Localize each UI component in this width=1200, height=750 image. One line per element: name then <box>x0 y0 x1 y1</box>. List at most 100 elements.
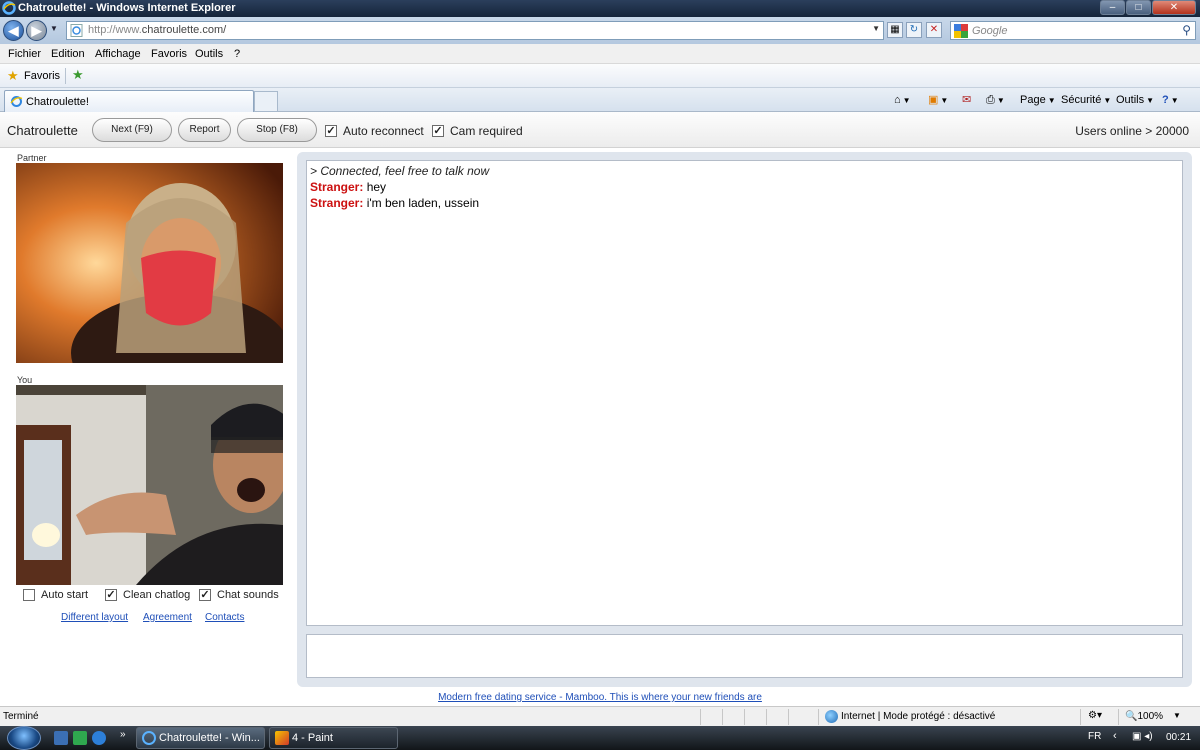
security-zone-text: Internet | Mode protégé : désactivé <box>841 711 996 722</box>
you-label: You <box>17 375 33 385</box>
status-divider <box>1118 709 1119 725</box>
auto-start-option[interactable]: Auto start <box>23 589 88 601</box>
zoom-level[interactable]: 🔍100% <box>1125 711 1163 722</box>
chat-message-input[interactable] <box>306 634 1183 678</box>
auto-start-label: Auto start <box>41 589 89 601</box>
message-sender: Stranger: <box>310 196 364 210</box>
clean-chatlog-checkbox[interactable]: ✓ <box>105 589 117 601</box>
agreement-link[interactable]: Agreement <box>143 612 192 623</box>
address-input[interactable]: http://www.chatroulette.com/ ▼ <box>66 21 884 40</box>
tools-menu-label: Outils <box>1116 94 1145 106</box>
security-menu[interactable]: Sécurité ▼ <box>1061 91 1111 110</box>
message-text: hey <box>366 180 387 194</box>
system-message: > Connected, feel free to talk now <box>310 164 490 178</box>
help-icon[interactable]: ? ▼ <box>1162 91 1179 110</box>
network-volume-icon[interactable]: ▣ ◂) <box>1132 731 1153 742</box>
favorites-star-icon[interactable]: ★ <box>7 68 19 84</box>
print-icon[interactable]: ⎙ ▼ <box>986 91 1005 110</box>
recent-pages-dropdown-icon[interactable]: ▼ <box>50 24 58 33</box>
cam-required-label: Cam required <box>450 124 523 138</box>
window-title: Chatroulette! - Windows Internet Explore… <box>18 2 236 14</box>
forward-button[interactable]: ▶ <box>26 20 47 41</box>
favorites-button[interactable]: Favoris <box>24 70 60 82</box>
show-desktop-icon[interactable] <box>54 731 68 745</box>
security-menu-label: Sécurité <box>1061 94 1102 106</box>
window-title-bar: Chatroulette! - Windows Internet Explore… <box>0 0 1200 17</box>
auto-start-checkbox[interactable] <box>23 589 35 601</box>
zoom-dropdown-icon[interactable]: ▼ <box>1173 711 1181 720</box>
url-domain: chatroulette.com/ <box>141 24 227 36</box>
page-content: Chatroulette Next (F9) Report Stop (F8) … <box>0 112 1200 706</box>
mail-icon[interactable]: ✉ <box>962 91 971 109</box>
tab-bar: Chatroulette! ⌂ ▼ ▣ ▼ ✉ ⎙ ▼ Page ▼ Sécurité ▼… <box>0 88 1200 112</box>
tab-label: Chatroulette! <box>26 96 89 108</box>
app-toolbar: Chatroulette Next (F9) Report Stop (F8) … <box>0 112 1200 148</box>
internet-explorer-icon <box>2 1 16 15</box>
self-webcam-image <box>16 385 283 585</box>
menu-affichage[interactable]: Affichage <box>95 48 141 60</box>
menu-outils[interactable]: Outils <box>195 48 223 60</box>
search-input[interactable]: Google ⚲ <box>950 21 1196 40</box>
minimize-button[interactable]: – <box>1100 0 1125 15</box>
chat-message: Stranger: i'm ben laden, ussein <box>310 195 1179 211</box>
compatibility-view-icon[interactable]: ▦ <box>887 22 903 38</box>
chat-log[interactable]: > Connected, feel free to talk now Stran… <box>306 160 1183 626</box>
clean-chatlog-option[interactable]: ✓ Clean chatlog <box>105 589 190 601</box>
url-prefix: http://www. <box>88 24 142 36</box>
refresh-icon[interactable]: ↻ <box>906 22 922 38</box>
search-icon[interactable]: ⚲ <box>1182 23 1191 37</box>
taskbar: » Chatroulette! - Win... 4 - Paint FR ‹ … <box>0 726 1200 750</box>
add-favorite-icon[interactable]: ★ <box>72 67 84 83</box>
zoom-value: 100% <box>1137 711 1164 722</box>
next-button[interactable]: Next (F9) <box>92 118 172 142</box>
address-dropdown-icon[interactable]: ▼ <box>872 24 880 33</box>
close-button[interactable]: ✕ <box>1152 0 1196 15</box>
back-arrow-icon: ◀ <box>8 23 19 38</box>
quicklaunch-more-icon[interactable]: » <box>120 729 126 740</box>
tab-chatroulette[interactable]: Chatroulette! <box>4 90 254 112</box>
page-menu[interactable]: Page ▼ <box>1020 91 1056 110</box>
start-button[interactable] <box>7 726 41 750</box>
cam-required-toggle[interactable]: ✓ Cam required <box>432 124 523 138</box>
auto-reconnect-checkbox[interactable]: ✓ <box>325 125 337 137</box>
zoom-icon: 🔍 <box>1125 711 1138 722</box>
self-video <box>16 385 283 585</box>
quicklaunch-ie-icon[interactable] <box>92 731 106 745</box>
menu-favoris[interactable]: Favoris <box>151 48 187 60</box>
menu-fichier[interactable]: Fichier <box>8 48 41 60</box>
chat-message: Stranger: hey <box>310 179 1179 195</box>
maximize-button[interactable]: □ <box>1126 0 1151 15</box>
back-button[interactable]: ◀ <box>3 20 24 41</box>
quicklaunch-app-icon[interactable] <box>73 731 87 745</box>
taskbar-item-ie[interactable]: Chatroulette! - Win... <box>136 727 265 749</box>
stop-button[interactable]: Stop (F8) <box>237 118 317 142</box>
task-paint-label: 4 - Paint <box>292 732 333 744</box>
contacts-link[interactable]: Contacts <box>205 612 244 623</box>
language-indicator[interactable]: FR <box>1088 731 1101 742</box>
task-paint-icon <box>275 731 289 745</box>
new-tab-button[interactable] <box>254 91 278 112</box>
ad-link[interactable]: Modern free dating service - Mamboo. Thi… <box>0 692 1200 703</box>
protected-mode-icon[interactable]: ⚙▾ <box>1088 710 1102 721</box>
message-text: i'm ben laden, ussein <box>366 196 480 210</box>
chat-sounds-checkbox[interactable]: ✓ <box>199 589 211 601</box>
stop-icon[interactable]: ✕ <box>926 22 942 38</box>
partner-label: Partner <box>17 153 47 163</box>
different-layout-link[interactable]: Different layout <box>61 612 128 623</box>
menu-help[interactable]: ? <box>234 48 240 60</box>
menu-edition[interactable]: Edition <box>51 48 85 60</box>
taskbar-item-paint[interactable]: 4 - Paint <box>269 727 398 749</box>
chat-sounds-option[interactable]: ✓ Chat sounds <box>199 589 279 601</box>
tray-expand-icon[interactable]: ‹ <box>1113 730 1117 742</box>
status-divider <box>788 709 789 725</box>
home-icon[interactable]: ⌂ ▼ <box>894 91 911 110</box>
feeds-icon[interactable]: ▣ ▼ <box>928 91 948 110</box>
menu-bar: Fichier Edition Affichage Favoris Outils… <box>0 44 1200 64</box>
cam-required-checkbox[interactable]: ✓ <box>432 125 444 137</box>
report-button[interactable]: Report <box>178 118 231 142</box>
task-ie-label: Chatroulette! - Win... <box>159 732 260 744</box>
status-text: Terminé <box>3 711 39 722</box>
auto-reconnect-toggle[interactable]: ✓ Auto reconnect <box>325 124 424 138</box>
system-clock[interactable]: 00:21 <box>1166 732 1191 743</box>
tools-menu[interactable]: Outils ▼ <box>1116 91 1154 110</box>
